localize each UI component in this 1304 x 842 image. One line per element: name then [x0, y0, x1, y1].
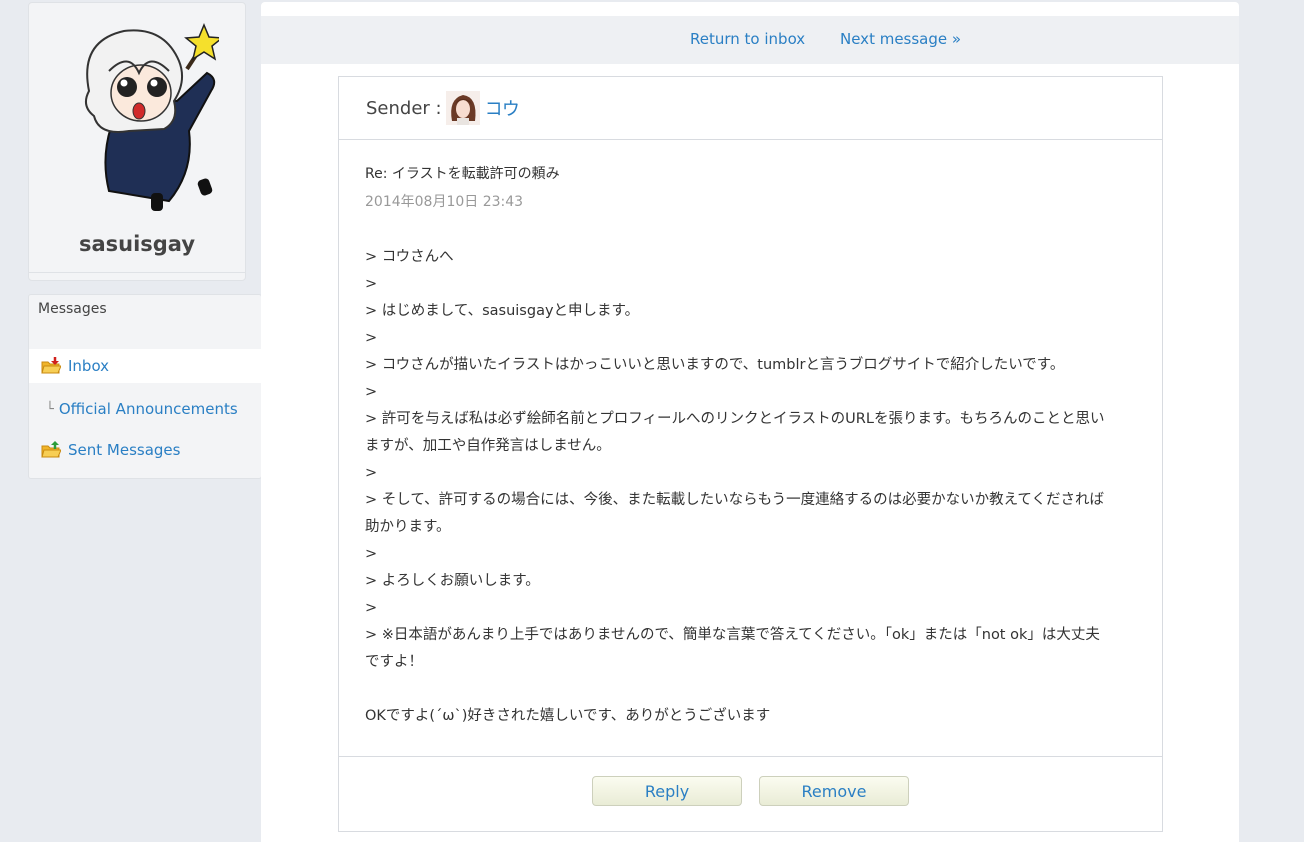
body-line: > そして、許可するの場合には、今後、また転載したいならもう一度連絡するのは必要… — [365, 492, 1104, 508]
profile-divider — [29, 272, 245, 273]
sender-row: Sender : コウ — [339, 77, 1162, 140]
body-line: > 許可を与えば私は必ず絵師名前とプロフィールへのリンクとイラストのURLを張り… — [365, 411, 1105, 427]
body-line: ですよ！ — [365, 654, 423, 670]
profile-card: sasuisgay — [28, 2, 246, 281]
body-line: > — [365, 465, 378, 481]
sender-name-link[interactable]: コウ — [485, 95, 520, 121]
body-line: ますが、加工や自作発言はしません。 — [365, 438, 611, 454]
message-box: Sender : コウ Re: イラストを転載許可の頼み 2014年08月10日… — [338, 76, 1163, 832]
body-line: 助かります。 — [365, 519, 451, 535]
body-line: > はじめまして、sasuisgayと申します。 — [365, 303, 640, 319]
nav-title: Messages — [38, 301, 107, 317]
profile-username: sasuisgay — [78, 232, 196, 256]
body-line: > コウさんへ — [365, 249, 454, 265]
sidebar-item-label[interactable]: Sent Messages — [68, 441, 180, 459]
body-line: > コウさんが描いたイラストはかっこいいと思いますので、tumblrと言うブログ… — [365, 357, 1065, 373]
folder-sent-icon — [41, 441, 62, 459]
tree-branch-icon: └ — [46, 401, 54, 417]
message-subject: Re: イラストを転載許可の頼み — [365, 166, 560, 182]
message-date: 2014年08月10日 23:43 — [365, 194, 524, 210]
return-to-inbox-link[interactable]: Return to inbox — [690, 30, 805, 48]
message-actions: Reply Remove — [339, 756, 1162, 832]
remove-button[interactable]: Remove — [759, 776, 909, 806]
body-line: > — [365, 600, 378, 616]
message-toolbar: Return to inbox Next message » — [261, 16, 1239, 64]
sender-label: Sender : — [366, 97, 442, 119]
sidebar-item-sent-messages[interactable]: Sent Messages — [29, 433, 261, 467]
main-panel: Return to inbox Next message » Sender : … — [261, 2, 1239, 842]
body-line: > ※日本語があんまり上手ではありませんので、簡単な言葉で答えてください。「ok… — [365, 627, 1100, 643]
message-body: > コウさんへ > > はじめまして、sasuisgayと申します。 > > コ… — [365, 244, 1145, 730]
folder-inbox-icon — [41, 357, 62, 375]
reply-button[interactable]: Reply — [592, 776, 742, 806]
messages-nav: Messages Inbox └ Official Announcements … — [28, 294, 262, 479]
body-line: > — [365, 546, 378, 562]
body-line: > — [365, 276, 378, 292]
next-message-link[interactable]: Next message » — [840, 30, 961, 48]
body-line — [365, 676, 1145, 703]
sidebar-item-label[interactable]: Inbox — [68, 357, 109, 375]
sidebar-item-inbox[interactable]: Inbox — [29, 349, 261, 383]
sidebar-item-label[interactable]: Official Announcements — [59, 400, 238, 418]
body-line: > — [365, 330, 378, 346]
body-line: > よろしくお願いします。 — [365, 573, 540, 589]
body-line: OKですよ(´ω`)好きされた嬉しいです、ありがとうございます — [365, 708, 771, 724]
body-line: > — [365, 384, 378, 400]
sender-avatar[interactable] — [445, 91, 480, 125]
sidebar-item-official-announcements[interactable]: └ Official Announcements — [29, 392, 261, 426]
profile-avatar[interactable] — [69, 21, 224, 217]
